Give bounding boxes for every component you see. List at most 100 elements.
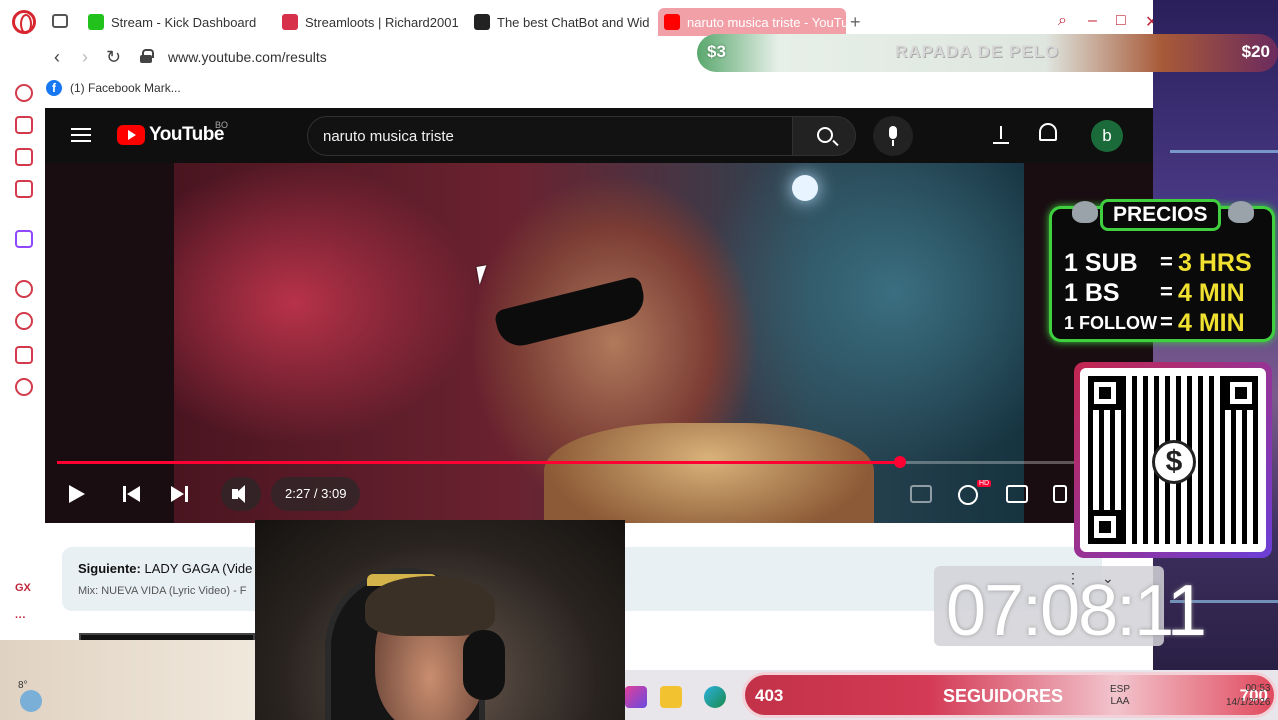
messenger-icon[interactable]: [15, 180, 33, 198]
pigeon-icon: [1072, 201, 1098, 223]
tab-label: Streamloots | Richard2001: [305, 14, 459, 30]
edge-icon[interactable]: [704, 686, 726, 708]
tab-label: Stream - Kick Dashboard: [111, 14, 257, 30]
price-value: 4 MIN: [1178, 309, 1245, 337]
price-item: 1 FOLLOW: [1064, 313, 1157, 333]
menu-icon[interactable]: [71, 128, 91, 142]
subtitles-icon[interactable]: [910, 485, 932, 503]
video-player[interactable]: 2:27 / 3:09 HD: [45, 163, 1153, 523]
language-indicator[interactable]: ESP LAA: [1110, 684, 1130, 708]
donation-qr-code: $: [1074, 362, 1272, 558]
upload-icon[interactable]: [991, 124, 1011, 146]
weather-temperature[interactable]: 8°: [18, 680, 28, 691]
tab-youtube[interactable]: naruto musica triste - YouTube: [658, 8, 846, 36]
qr-inner: $: [1080, 368, 1266, 552]
donation-goal-label: RAPADA DE PELO: [895, 42, 1060, 61]
speed-dial-icon[interactable]: [15, 84, 33, 102]
qr-finder: [1088, 510, 1122, 544]
history-icon[interactable]: [15, 312, 33, 330]
price-value: 4 MIN: [1178, 279, 1245, 307]
file-explorer-icon[interactable]: [660, 686, 682, 708]
price-equals: =: [1160, 249, 1173, 274]
search-button[interactable]: [792, 116, 856, 156]
progress-played: [57, 461, 901, 464]
url-field[interactable]: www.youtube.com/results: [168, 49, 327, 65]
opera-logo-icon[interactable]: [12, 10, 36, 34]
facebook-icon: f: [46, 80, 62, 96]
search-icon: [817, 127, 833, 143]
streamer-hair: [365, 576, 495, 636]
kick-icon: [88, 14, 104, 30]
more-icon[interactable]: ···: [15, 612, 26, 624]
tab-streamloots[interactable]: Streamloots | Richard2001: [276, 8, 460, 36]
settings-icon[interactable]: [15, 378, 33, 396]
chatbot-icon: [474, 14, 490, 30]
gx-corner-icon[interactable]: [15, 148, 33, 166]
price-row: 1 SUB = 3 HRS: [1064, 249, 1274, 279]
price-equals: =: [1160, 279, 1173, 304]
dollar-icon: $: [1152, 440, 1196, 484]
country-code: BO: [215, 120, 229, 130]
donation-current: $3: [707, 42, 726, 61]
extensions-icon[interactable]: [15, 346, 33, 364]
up-next-subtitle: Mix: NUEVA VIDA (Lyric Video) - F: [78, 585, 247, 597]
donation-target: $20: [1241, 42, 1270, 61]
webcam-feed: [255, 520, 625, 720]
tab-kick[interactable]: Stream - Kick Dashboard: [82, 8, 272, 36]
notifications-icon[interactable]: [1039, 123, 1057, 141]
forward-icon[interactable]: ›: [82, 47, 88, 68]
video-subject-sunglasses: [493, 275, 649, 351]
followers-label: SEGUIDORES: [943, 686, 1064, 706]
bookmark-facebook[interactable]: (1) Facebook Mark...: [70, 81, 181, 95]
keyboard-layout: LAA: [1110, 696, 1130, 707]
miniplayer-icon[interactable]: [1006, 485, 1028, 503]
gx-control-icon[interactable]: [15, 116, 33, 134]
clock-date: 14/1/2026: [1226, 697, 1271, 708]
price-row: 1 BS = 4 MIN: [1064, 279, 1274, 309]
cast-icon[interactable]: [1053, 485, 1067, 503]
price-item: 1 SUB: [1064, 249, 1138, 277]
lock-icon: [140, 49, 154, 63]
play-button[interactable]: [67, 477, 87, 511]
up-next-label: Siguiente:: [78, 561, 141, 576]
twitch-icon[interactable]: [15, 230, 33, 248]
copilot-icon[interactable]: [625, 686, 647, 708]
streamloots-icon: [282, 14, 298, 30]
youtube-favicon-icon: [664, 14, 680, 30]
player-icon[interactable]: [15, 280, 33, 298]
weather-icon[interactable]: [20, 690, 42, 712]
clock-time: 00:53: [1245, 683, 1271, 694]
minimize-icon[interactable]: –: [1088, 12, 1097, 30]
donation-goal-bar: $3 RAPADA DE PELO $20: [697, 34, 1278, 72]
price-value: 3 HRS: [1178, 249, 1252, 277]
price-row: 1 FOLLOW = 4 MIN: [1064, 309, 1274, 339]
voice-search-icon[interactable]: [873, 116, 913, 156]
previous-button[interactable]: [123, 477, 143, 511]
youtube-logo-text[interactable]: YouTube: [149, 124, 224, 146]
video-subject-shirt: [544, 423, 874, 523]
back-icon[interactable]: ‹: [54, 47, 60, 68]
hd-badge: HD: [977, 480, 992, 487]
progress-bar[interactable]: [57, 456, 1141, 468]
new-tab-icon[interactable]: +: [850, 12, 861, 33]
gx-label[interactable]: GX: [15, 582, 31, 594]
tab-label: The best ChatBot and Wid: [497, 14, 650, 30]
stream-timer: 07:08:11: [946, 571, 1207, 651]
volume-icon[interactable]: [221, 477, 261, 511]
tab-chatbot[interactable]: The best ChatBot and Wid: [468, 8, 650, 36]
reload-icon[interactable]: ↻: [106, 47, 121, 68]
price-equals: =: [1160, 309, 1173, 334]
bookmarks-bar: f (1) Facebook Mark...: [46, 78, 181, 98]
youtube-logo-icon[interactable]: [117, 125, 145, 145]
avatar[interactable]: b: [1091, 120, 1123, 152]
sidebar-toggle-icon[interactable]: [52, 14, 68, 28]
stage-light: [792, 175, 818, 201]
next-button[interactable]: [171, 477, 191, 511]
time-display: 2:27 / 3:09: [271, 477, 361, 511]
search-input[interactable]: naruto musica triste: [307, 116, 793, 156]
settings-gear-icon[interactable]: [958, 485, 978, 505]
maximize-icon[interactable]: □: [1116, 12, 1126, 30]
search-tabs-icon[interactable]: ⌕: [1058, 12, 1067, 30]
up-next-video: LADY GAGA (Vide: [144, 561, 253, 576]
system-clock[interactable]: 00:53 14/1/2026: [1226, 682, 1271, 710]
